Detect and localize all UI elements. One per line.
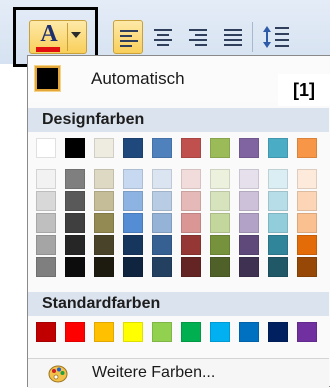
color-swatch[interactable] — [65, 235, 85, 255]
color-swatch[interactable] — [210, 322, 230, 342]
color-swatch[interactable] — [65, 169, 85, 189]
color-swatch[interactable] — [268, 169, 288, 189]
color-swatch[interactable] — [36, 169, 56, 189]
color-swatch[interactable] — [268, 213, 288, 233]
justify-icon — [224, 29, 242, 49]
color-swatch[interactable] — [36, 257, 56, 277]
color-swatch[interactable] — [123, 257, 143, 277]
color-swatch[interactable] — [210, 235, 230, 255]
color-swatch[interactable] — [65, 191, 85, 211]
color-swatch[interactable] — [297, 235, 317, 255]
color-swatch[interactable] — [123, 213, 143, 233]
color-swatch[interactable] — [268, 191, 288, 211]
standard-colors-header: Standardfarben — [28, 292, 329, 316]
color-swatch[interactable] — [152, 191, 172, 211]
color-swatch[interactable] — [297, 322, 317, 342]
color-swatch[interactable] — [65, 257, 85, 277]
color-swatch[interactable] — [268, 235, 288, 255]
color-swatch[interactable] — [152, 257, 172, 277]
color-swatch[interactable] — [297, 169, 317, 189]
color-swatch[interactable] — [152, 169, 172, 189]
color-swatch[interactable] — [65, 213, 85, 233]
more-colors-label: Weitere Farben... — [92, 364, 216, 381]
color-swatch[interactable] — [36, 138, 56, 158]
color-swatch[interactable] — [152, 213, 172, 233]
more-colors-option[interactable]: Weitere Farben... — [28, 358, 329, 388]
font-color-dropdown: Automatisch [1] Designfarben Standardfar… — [27, 55, 330, 388]
color-swatch[interactable] — [94, 213, 114, 233]
color-swatch[interactable] — [239, 235, 259, 255]
color-swatch[interactable] — [152, 138, 172, 158]
align-right-button[interactable] — [183, 20, 213, 54]
align-left-icon — [120, 30, 138, 50]
align-left-button[interactable] — [113, 20, 143, 54]
color-swatch[interactable] — [94, 257, 114, 277]
color-swatch[interactable] — [297, 138, 317, 158]
color-swatch[interactable] — [239, 169, 259, 189]
color-swatch[interactable] — [210, 213, 230, 233]
color-swatch[interactable] — [181, 257, 201, 277]
line-spacing-icon[interactable] — [261, 22, 321, 52]
color-swatch[interactable] — [36, 191, 56, 211]
color-swatch[interactable] — [297, 191, 317, 211]
color-swatch[interactable] — [268, 257, 288, 277]
color-swatch[interactable] — [239, 138, 259, 158]
palette-icon — [48, 365, 68, 383]
color-swatch[interactable] — [239, 257, 259, 277]
color-swatch[interactable] — [65, 322, 85, 342]
color-swatch[interactable] — [181, 138, 201, 158]
color-swatch[interactable] — [181, 235, 201, 255]
color-swatch[interactable] — [94, 191, 114, 211]
color-swatch[interactable] — [94, 235, 114, 255]
color-swatch[interactable] — [210, 138, 230, 158]
color-swatch[interactable] — [297, 213, 317, 233]
callout-label: [1] — [278, 74, 330, 106]
color-swatch[interactable] — [94, 169, 114, 189]
color-swatch[interactable] — [123, 191, 143, 211]
color-swatch[interactable] — [181, 191, 201, 211]
theme-colors-header: Designfarben — [28, 108, 329, 132]
color-swatch[interactable] — [94, 138, 114, 158]
align-center-button[interactable] — [148, 20, 178, 54]
color-swatch[interactable] — [268, 322, 288, 342]
color-swatch[interactable] — [181, 169, 201, 189]
color-swatch[interactable] — [36, 322, 56, 342]
color-swatch[interactable] — [65, 138, 85, 158]
color-swatch[interactable] — [239, 191, 259, 211]
color-swatch[interactable] — [210, 169, 230, 189]
align-center-icon — [154, 29, 172, 49]
color-swatch[interactable] — [239, 322, 259, 342]
color-swatch[interactable] — [181, 322, 201, 342]
color-swatch[interactable] — [210, 191, 230, 211]
color-swatch[interactable] — [297, 257, 317, 277]
color-swatch[interactable] — [239, 213, 259, 233]
color-swatch[interactable] — [94, 322, 114, 342]
color-swatch[interactable] — [123, 322, 143, 342]
color-swatch[interactable] — [181, 213, 201, 233]
color-swatch[interactable] — [152, 235, 172, 255]
color-swatch[interactable] — [36, 213, 56, 233]
justify-button[interactable] — [218, 20, 248, 54]
automatic-color-option[interactable]: Automatisch [1] — [28, 56, 330, 106]
color-swatch[interactable] — [123, 235, 143, 255]
color-swatch[interactable] — [123, 138, 143, 158]
color-swatch[interactable] — [268, 138, 288, 158]
color-swatch[interactable] — [152, 322, 172, 342]
color-swatch[interactable] — [36, 235, 56, 255]
automatic-color-swatch — [35, 66, 60, 91]
align-right-icon — [189, 29, 207, 49]
color-swatch[interactable] — [210, 257, 230, 277]
color-swatch[interactable] — [123, 169, 143, 189]
automatic-label: Automatisch — [91, 69, 185, 88]
